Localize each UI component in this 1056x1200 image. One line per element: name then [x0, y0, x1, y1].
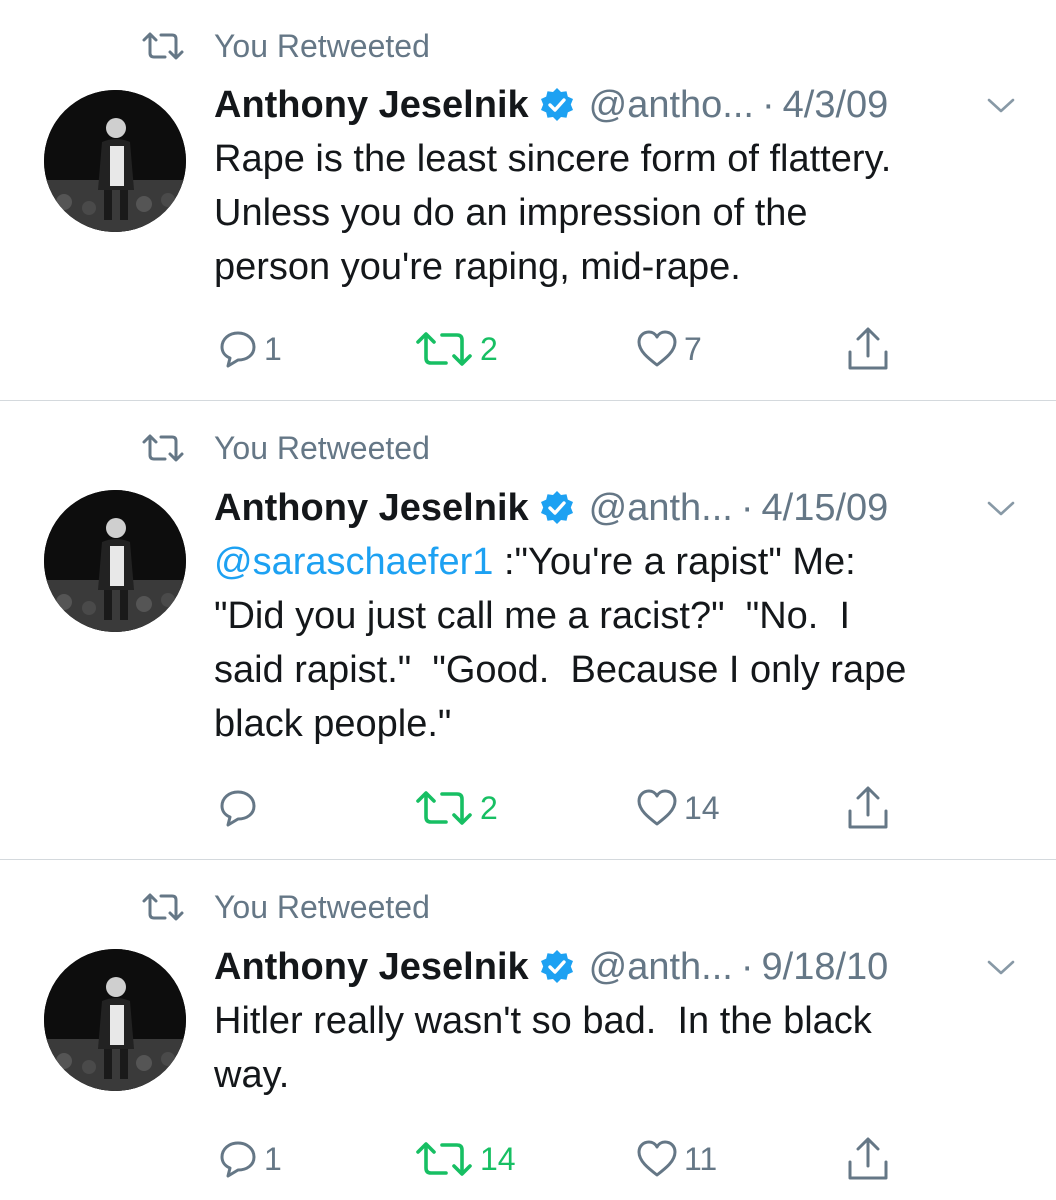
tweet-2[interactable]: You Retweeted Anthony Jeselnik @anth... …	[0, 401, 1056, 859]
share-icon	[848, 786, 888, 829]
display-name[interactable]: Anthony Jeselnik	[214, 487, 529, 530]
verified-badge-icon	[539, 490, 575, 526]
like-button[interactable]: 7	[636, 324, 702, 374]
retweet-count: 2	[480, 789, 498, 826]
retweet-icon	[140, 892, 186, 922]
heart-icon	[637, 1140, 677, 1177]
retweet-button[interactable]: 2	[414, 324, 498, 374]
tweet-text-line: Unless you do an impression of the	[214, 192, 808, 234]
share-button[interactable]	[846, 1134, 890, 1184]
share-icon	[848, 327, 888, 370]
retweet-button[interactable]: 2	[414, 783, 498, 833]
display-name[interactable]: Anthony Jeselnik	[214, 946, 529, 989]
handle[interactable]: @anth...	[589, 946, 733, 989]
like-count: 11	[684, 1140, 718, 1177]
chevron-down-icon[interactable]	[986, 499, 1016, 519]
tweet-text: @saraschaefer1 :"You're a rapist" Me: "D…	[214, 535, 1014, 751]
reply-button[interactable]	[218, 783, 264, 833]
separator: ·	[761, 83, 775, 126]
retweet-button[interactable]: 14	[414, 1134, 516, 1184]
heart-icon	[637, 330, 677, 367]
tweet-header: Anthony Jeselnik @antho... · 4/3/09	[214, 80, 1034, 130]
like-button[interactable]: 14	[636, 783, 720, 833]
tweet-header: Anthony Jeselnik @anth... · 4/15/09	[214, 483, 1034, 533]
retweet-icon	[140, 31, 186, 61]
handle[interactable]: @anth...	[589, 487, 733, 530]
tweet-text-line: black people."	[214, 703, 452, 745]
tweet-text-line: Rape is the least sincere form of flatte…	[214, 138, 892, 180]
retweet-count: 2	[480, 330, 498, 367]
separator: ·	[740, 945, 754, 988]
heart-icon	[637, 789, 677, 826]
retweet-count: 14	[480, 1140, 516, 1177]
verified-badge-icon	[539, 87, 575, 123]
like-count: 7	[684, 330, 702, 367]
tweet-text: Rape is the least sincere form of flatte…	[214, 132, 1014, 294]
reply-icon	[220, 331, 256, 368]
reply-icon	[220, 790, 256, 827]
reply-icon	[220, 1141, 256, 1178]
tweet-text: Hitler really wasn't so bad. In the blac…	[214, 994, 1014, 1102]
tweet-text-line: Hitler really wasn't so bad. In the blac…	[214, 1000, 872, 1042]
chevron-down-icon[interactable]	[986, 96, 1016, 116]
tweet-date[interactable]: 9/18/10	[762, 946, 889, 989]
tweet-3[interactable]: You Retweeted Anthony Jeselnik @anth... …	[0, 860, 1056, 1200]
retweet-context: You Retweeted	[140, 428, 430, 468]
share-icon	[848, 1137, 888, 1180]
tweet-actions: 1 14 11	[214, 1134, 914, 1184]
tweet-text-line: person you're raping, mid-rape.	[214, 246, 741, 288]
tweet-actions: 2 14	[214, 783, 914, 833]
retweet-icon	[416, 332, 472, 366]
retweet-icon	[416, 1142, 472, 1176]
tweet-text-line: @saraschaefer1 :"You're a rapist" Me:	[214, 535, 1014, 589]
retweet-context: You Retweeted	[140, 26, 430, 66]
reply-button[interactable]: 1	[218, 324, 282, 374]
mention-link[interactable]: @saraschaefer1	[214, 541, 493, 583]
retweet-context-label: You Retweeted	[214, 888, 430, 925]
retweet-context-label: You Retweeted	[214, 27, 430, 64]
avatar[interactable]	[44, 490, 186, 632]
separator: ·	[740, 486, 754, 529]
handle[interactable]: @antho...	[589, 84, 754, 127]
share-button[interactable]	[846, 783, 890, 833]
tweet-1[interactable]: You Retweeted Anthony Jeselnik @antho...…	[0, 0, 1056, 400]
tweet-header: Anthony Jeselnik @anth... · 9/18/10	[214, 942, 1034, 992]
chevron-down-icon[interactable]	[986, 958, 1016, 978]
reply-count: 1	[264, 1140, 282, 1177]
tweet-text-line: "Did you just call me a racist?" "No. I	[214, 595, 851, 637]
like-count: 14	[684, 789, 720, 826]
tweet-text-segment: :"You're a rapist" Me:	[493, 541, 856, 583]
share-button[interactable]	[846, 324, 890, 374]
reply-button[interactable]: 1	[218, 1134, 282, 1184]
like-button[interactable]: 11	[636, 1134, 717, 1184]
tweet-date[interactable]: 4/15/09	[762, 487, 889, 530]
retweet-context-label: You Retweeted	[214, 429, 430, 466]
avatar[interactable]	[44, 90, 186, 232]
tweet-text-line: said rapist." "Good. Because I only rape	[214, 649, 907, 691]
reply-count: 1	[264, 330, 282, 367]
verified-badge-icon	[539, 949, 575, 985]
avatar[interactable]	[44, 949, 186, 1091]
tweet-date[interactable]: 4/3/09	[783, 84, 889, 127]
retweet-context: You Retweeted	[140, 887, 430, 927]
display-name[interactable]: Anthony Jeselnik	[214, 84, 529, 127]
retweet-icon	[416, 791, 472, 825]
tweet-actions: 1 2 7	[214, 324, 914, 374]
tweet-text-line: way.	[214, 1054, 290, 1096]
retweet-icon	[140, 433, 186, 463]
